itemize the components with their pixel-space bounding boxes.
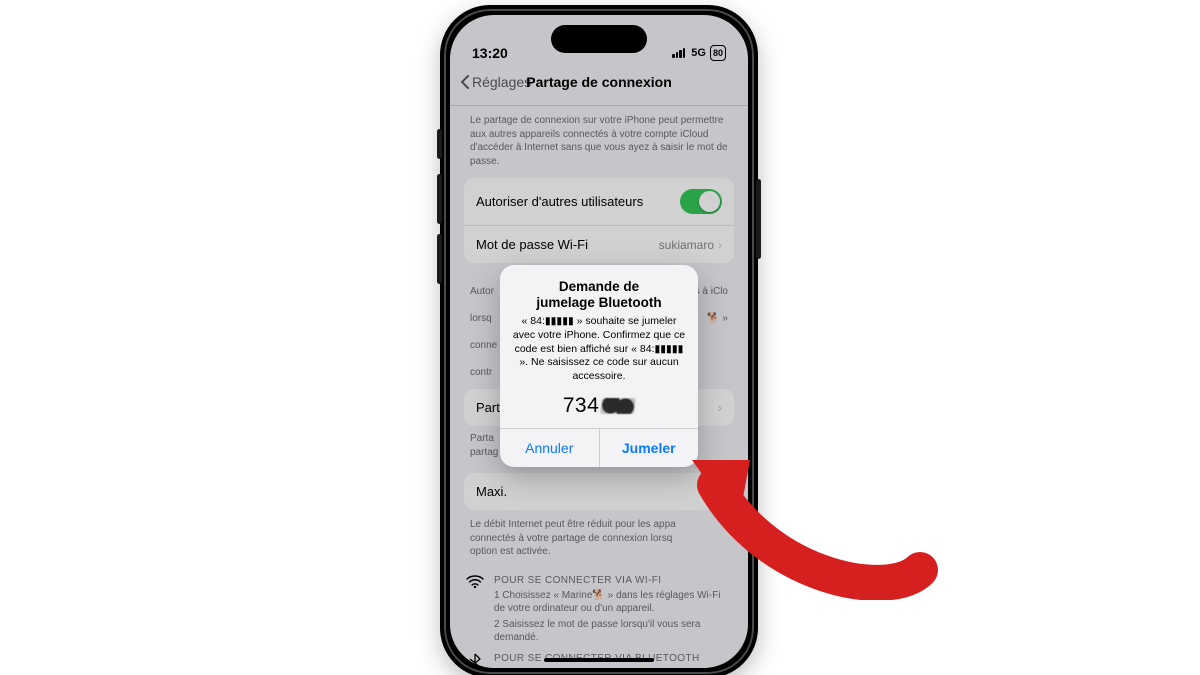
dynamic-island xyxy=(551,25,647,53)
pairing-code: 734 xyxy=(512,394,686,418)
redacted-code xyxy=(600,398,636,414)
alert-message: « 84:▮▮▮▮▮ » souhaite se jumeler avec vo… xyxy=(512,315,686,383)
screen: 13:20 5G 80 Réglages Partage de connexio… xyxy=(450,15,748,668)
side-button xyxy=(437,129,442,159)
side-button xyxy=(437,174,442,224)
pair-button[interactable]: Jumeler xyxy=(599,429,699,467)
home-indicator[interactable] xyxy=(544,658,654,662)
alert-title: Demande de jumelage Bluetooth xyxy=(512,279,686,311)
side-button xyxy=(437,234,442,284)
side-button xyxy=(756,179,761,259)
bluetooth-pairing-alert: Demande de jumelage Bluetooth « 84:▮▮▮▮▮… xyxy=(500,265,698,467)
iphone-frame: 13:20 5G 80 Réglages Partage de connexio… xyxy=(440,5,758,675)
cancel-button[interactable]: Annuler xyxy=(500,429,599,467)
